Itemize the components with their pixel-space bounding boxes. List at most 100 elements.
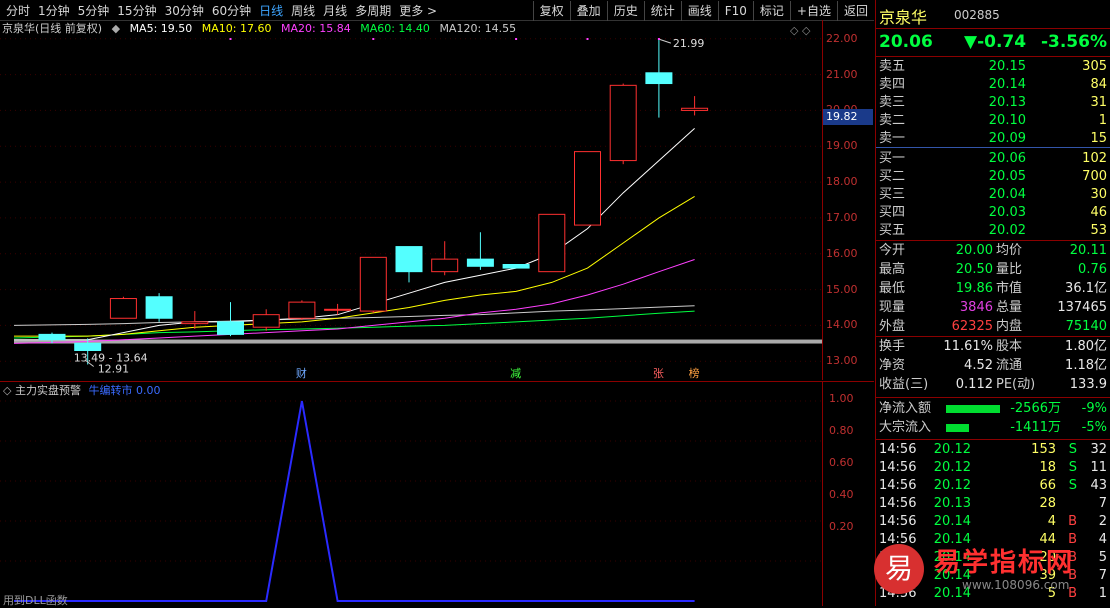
fund-row: 换手 11.61% 股本 1.80亿 (876, 338, 1110, 356)
toolbar-action-1[interactable]: 叠加 (569, 1, 607, 21)
period-tab-5[interactable]: 60分钟 (208, 1, 255, 21)
toolbar-action-8[interactable]: 返回 (836, 1, 874, 21)
indicator-line (14, 400, 695, 602)
candlestick-chart: 21.9913.49 - 13.6412.91 财减张榜 (0, 37, 822, 380)
ask-row: 卖二 20.10 1 (876, 112, 1110, 130)
candle-body (395, 246, 423, 273)
tick-volume: 153 (1031, 442, 1056, 457)
candle-body (74, 342, 102, 352)
watermark-text: 易学指标网 (934, 548, 1075, 578)
period-tab-10[interactable]: 更多 > (395, 1, 441, 21)
tick-side: S (1068, 478, 1077, 493)
top-dot (229, 38, 232, 40)
bid-label: 买三 (879, 187, 906, 202)
candle-body (38, 333, 66, 341)
period-tab-8[interactable]: 月线 (319, 1, 351, 21)
toolbar-action-3[interactable]: 统计 (643, 1, 681, 21)
stat-value: 62325 (951, 319, 993, 334)
candle-body (538, 213, 566, 273)
stat-value: 3846 (959, 300, 993, 315)
bid-price: 20.06 (988, 151, 1026, 166)
bid-volume: 102 (1082, 151, 1107, 166)
tick-count: 43 (1090, 478, 1107, 493)
indicator-sub-label: 牛编转市 (88, 384, 133, 397)
ask-label: 卖四 (879, 77, 906, 92)
stat-label: 内盘 (996, 319, 1023, 334)
stat-label: 最低 (879, 281, 906, 296)
tick-side: S (1068, 460, 1077, 475)
tick-price: 20.12 (933, 460, 971, 475)
stat-value: 0.76 (1078, 262, 1107, 277)
stat-value: 19.86 (955, 281, 993, 296)
toolbar-action-2[interactable]: 历史 (606, 1, 644, 21)
price-tick-label: 13.00 (826, 354, 858, 368)
price-tick-label: 21.00 (826, 67, 858, 81)
period-tab-4[interactable]: 30分钟 (161, 1, 208, 21)
tick-price: 20.12 (933, 478, 971, 493)
fund-value: 11.61% (943, 339, 993, 354)
toolbar-action-5[interactable]: F10 (717, 1, 753, 21)
period-tab-1[interactable]: 1分钟 (34, 1, 74, 21)
period-tab-7[interactable]: 周线 (287, 1, 319, 21)
stat-row: 今开 20.00 均价 20.11 (876, 242, 1110, 260)
stat-value: 36.1亿 (1065, 281, 1107, 296)
tick-time: 14:56 (879, 442, 917, 457)
candle-body (145, 296, 173, 319)
tick-volume: 28 (1039, 496, 1056, 511)
high-label: 21.99 (673, 37, 705, 50)
fund-label: PE(动) (996, 377, 1036, 392)
period-tab-3[interactable]: 15分钟 (113, 1, 160, 21)
candle-body (109, 298, 137, 319)
period-tab-6[interactable]: 日线 (255, 1, 287, 21)
toolbar-action-6[interactable]: 标记 (752, 1, 790, 21)
fund-value: 4.52 (964, 358, 993, 373)
ask-price: 20.09 (988, 131, 1026, 146)
flow-label: 大宗流入 (879, 420, 932, 435)
candle-body (288, 301, 316, 319)
stat-value: 137465 (1057, 300, 1107, 315)
period-tab-9[interactable]: 多周期 (351, 1, 395, 21)
price-axis: 22.0021.0020.0019.0018.0017.0016.0015.00… (822, 20, 875, 380)
ask-price: 20.14 (988, 77, 1026, 92)
stat-row: 现量 3846 总量 137465 (876, 299, 1110, 317)
bid-row: 买一 20.06 102 (876, 150, 1110, 168)
bid-label: 买二 (879, 169, 906, 184)
current-price: 20.06 (879, 32, 933, 52)
bid-row: 买五 20.02 53 (876, 222, 1110, 240)
price-tick-label: 19.00 (826, 139, 858, 153)
tick-count: 2 (1098, 514, 1107, 529)
fund-label: 流通 (996, 358, 1023, 373)
stat-row: 外盘 62325 内盘 75140 (876, 318, 1110, 336)
bid-row: 买二 20.05 700 (876, 168, 1110, 186)
indicator-tick-label: 0.80 (829, 424, 854, 437)
period-toolbar: 分时 1分钟 5分钟 15分钟 30分钟 60分钟 日线 周线 月线 多周期 更多 > 复权 叠加 历史… (0, 0, 874, 21)
ask-label: 卖一 (879, 131, 906, 146)
tick-price: 20.14 (933, 514, 971, 529)
top-dot (586, 38, 589, 40)
ask-row: 卖五 20.15 305 (876, 58, 1110, 76)
toolbar-action-4[interactable]: 画线 (680, 1, 718, 21)
tick-row: 14:56 20.14 4 B 2 (876, 513, 1110, 531)
tick-price: 20.12 (933, 442, 971, 457)
low-label: 12.91 (98, 362, 130, 375)
indicator-settings-icon[interactable]: ◇ (3, 384, 11, 397)
toolbar-action-7[interactable]: +自选 (789, 1, 837, 21)
flow-value: -1411万 (1010, 420, 1061, 435)
price-change: ▼-0.74 (964, 32, 1027, 52)
period-tab-0[interactable]: 分时 (2, 1, 34, 21)
tick-time: 14:56 (879, 496, 917, 511)
tick-time: 14:56 (879, 514, 917, 529)
stat-label: 最高 (879, 262, 906, 277)
change-percent: -3.56% (1040, 32, 1107, 52)
tick-count: 11 (1090, 460, 1107, 475)
tick-volume: 18 (1039, 460, 1056, 475)
tick-row: 14:56 20.12 66 S 43 (876, 477, 1110, 495)
fund-value: 133.9 (1069, 377, 1107, 392)
high-pointer (658, 38, 672, 44)
candle-body (574, 151, 601, 226)
ask-volume: 15 (1090, 131, 1107, 146)
event-marker: 减 (510, 367, 521, 380)
toolbar-action-0[interactable]: 复权 (532, 1, 570, 21)
period-tab-2[interactable]: 5分钟 (74, 1, 114, 21)
stat-label: 外盘 (879, 319, 906, 334)
